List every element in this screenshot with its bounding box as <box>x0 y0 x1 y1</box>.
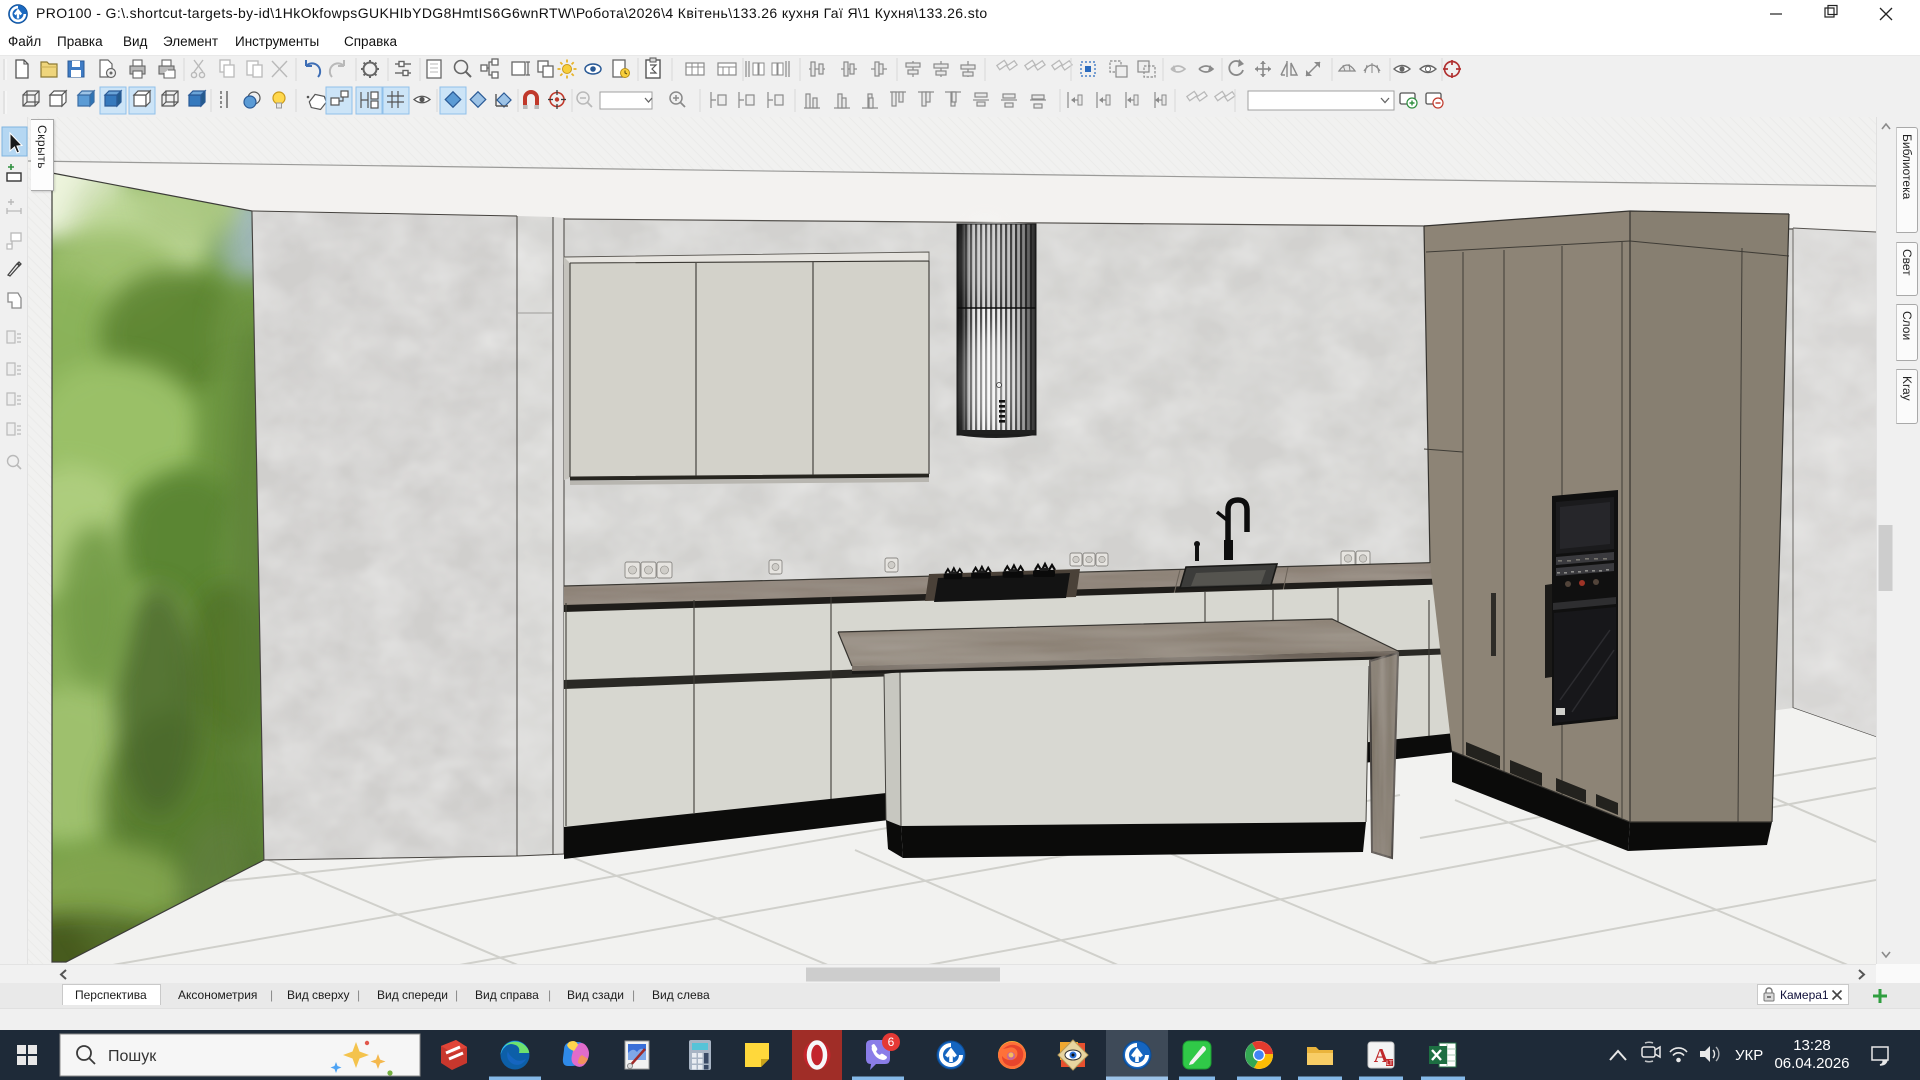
svg-text:LT: LT <box>1386 1061 1393 1067</box>
svg-text:13:28: 13:28 <box>1793 1037 1831 1054</box>
svg-text:Пошук: Пошук <box>108 1048 157 1065</box>
svg-text:06.04.2026: 06.04.2026 <box>1774 1055 1849 1072</box>
svg-text:УКР: УКР <box>1735 1047 1763 1064</box>
svg-text:6: 6 <box>888 1035 895 1049</box>
